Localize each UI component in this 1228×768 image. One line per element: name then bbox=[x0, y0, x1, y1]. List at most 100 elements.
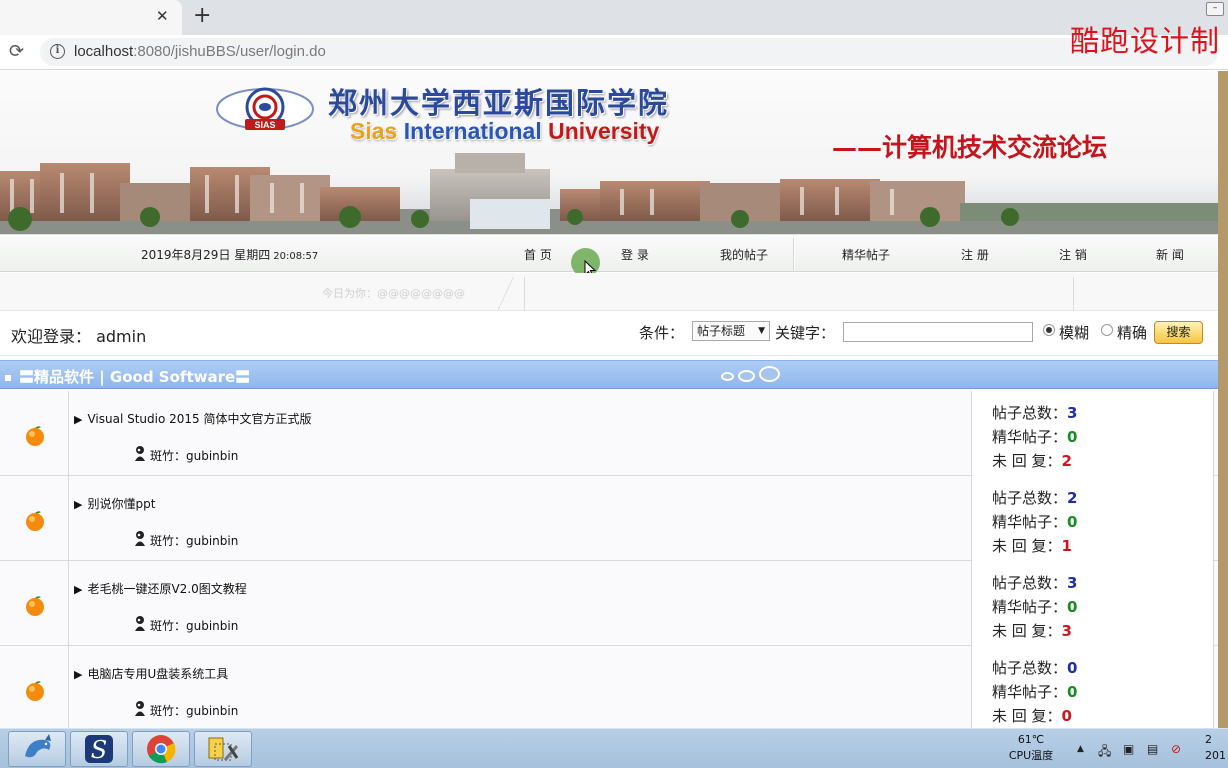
sub-bar: 今日为你：@@@@@@@@ bbox=[0, 273, 1218, 311]
bubble-icon bbox=[738, 370, 755, 382]
condition-select-value: 帖子标题 bbox=[697, 324, 746, 338]
stat-unreplied-value: 1 bbox=[1061, 537, 1072, 555]
stat-unreplied-label: 未 回 复： bbox=[992, 452, 1062, 470]
moderator-avatar-icon bbox=[135, 446, 145, 461]
en-title-international: International bbox=[403, 118, 542, 144]
stat-total: 帖子总数：0 bbox=[992, 657, 1077, 678]
site-info-icon[interactable]: i bbox=[50, 44, 65, 59]
stat-total-value: 2 bbox=[1067, 489, 1078, 507]
stat-elite-value: 0 bbox=[1067, 428, 1078, 446]
url-text[interactable]: localhost:8080/jishuBBS/user/login.do bbox=[74, 43, 326, 60]
clock-time: 2 bbox=[1205, 733, 1212, 746]
browser-tab-bar: ✕ + – bbox=[0, 0, 1228, 35]
board-icon-cell bbox=[0, 476, 69, 561]
stat-unreplied: 未 回 复：2 bbox=[992, 450, 1072, 471]
orange-icon bbox=[26, 511, 44, 531]
search-button[interactable]: 搜索 bbox=[1154, 321, 1203, 344]
board-title-text[interactable]: 别说你懂ppt bbox=[87, 497, 155, 511]
moderator-text: 斑竹：gubinbin bbox=[150, 534, 239, 548]
nav-elite-posts[interactable]: 精华帖子 bbox=[842, 246, 890, 263]
keyword-input[interactable] bbox=[843, 322, 1033, 342]
board-stats: 帖子总数：2 精华帖子：0 未 回 复：1 bbox=[971, 476, 1214, 561]
board-title-text[interactable]: Visual Studio 2015 简体中文官方正式版 bbox=[87, 412, 311, 426]
exact-radio-label[interactable]: 精确 bbox=[1117, 322, 1147, 343]
tray-expand-icon[interactable]: ▲ bbox=[1077, 744, 1084, 754]
fuzzy-radio-label[interactable]: 模糊 bbox=[1059, 322, 1089, 343]
board-title[interactable]: ▶ Visual Studio 2015 简体中文官方正式版 bbox=[74, 410, 312, 427]
university-cn-title: 郑州大学西亚斯国际学院 bbox=[328, 86, 670, 120]
board-title-text[interactable]: 老毛桃一键还原V2.0图文教程 bbox=[87, 582, 246, 596]
stat-total-value: 0 bbox=[1067, 659, 1078, 677]
tray-device-icon[interactable]: ▣ bbox=[1123, 742, 1134, 756]
board-title[interactable]: ▶ 电脑店专用U盘装系统工具 bbox=[74, 665, 228, 682]
orange-icon bbox=[26, 426, 44, 446]
video-watermark: 酷跑设计制 bbox=[1070, 24, 1221, 58]
moderator-avatar-icon bbox=[135, 531, 145, 546]
new-tab-icon[interactable]: + bbox=[193, 3, 211, 28]
board-title[interactable]: ▶ 老毛桃一键还原V2.0图文教程 bbox=[74, 580, 247, 597]
dolphin-icon bbox=[25, 734, 51, 758]
moderator: 斑竹：gubinbin bbox=[133, 701, 238, 719]
board-row: ▶ Visual Studio 2015 简体中文官方正式版 斑竹：gubinbi… bbox=[0, 391, 1218, 476]
bubble-icon bbox=[721, 372, 734, 381]
board-title[interactable]: ▶ 别说你懂ppt bbox=[74, 495, 155, 512]
stat-unreplied-label: 未 回 复： bbox=[992, 707, 1062, 725]
taskbar-tools-app[interactable] bbox=[194, 731, 252, 767]
section-bullet-icon bbox=[5, 375, 11, 381]
address-bar: ⟳ i localhost:8080/jishuBBS/user/login.d… bbox=[0, 35, 1228, 70]
reload-icon[interactable]: ⟳ bbox=[9, 41, 24, 62]
section-title: 〓精品软件 | Good Software〓 bbox=[19, 368, 251, 386]
subbar-divider bbox=[497, 277, 514, 311]
moderator-text: 斑竹：gubinbin bbox=[150, 449, 239, 463]
taskbar-editor-app[interactable]: S bbox=[70, 731, 128, 767]
tray-network-icon[interactable]: 🖧 bbox=[1098, 742, 1111, 763]
stat-total-label: 帖子总数： bbox=[992, 489, 1068, 507]
cpu-temp-label: CPU温度 bbox=[1008, 749, 1054, 762]
fuzzy-radio[interactable] bbox=[1043, 324, 1055, 336]
main-navigation: 2019年8月29日 星期四 20:08:57 首 页 登 录 我的帖子 精华帖子… bbox=[0, 234, 1218, 279]
browser-tab[interactable]: ✕ bbox=[0, 0, 182, 35]
taskbar-dolphin-app[interactable] bbox=[8, 731, 66, 767]
board-stats: 帖子总数：0 精华帖子：0 未 回 复：0 bbox=[971, 646, 1214, 728]
board-title-text[interactable]: 电脑店专用U盘装系统工具 bbox=[87, 667, 228, 681]
moderator: 斑竹：gubinbin bbox=[133, 531, 239, 549]
forum-slogan: ——计算机技术交流论坛 bbox=[832, 133, 1108, 162]
board-stats: 帖子总数：3 精华帖子：0 未 回 复：3 bbox=[971, 561, 1214, 646]
moderator: 斑竹：gubinbin bbox=[133, 446, 239, 464]
moderator-avatar-icon bbox=[135, 616, 145, 631]
dropdown-arrow-icon: ▼ bbox=[758, 326, 765, 336]
en-title-sias: Sias bbox=[350, 118, 398, 144]
stat-elite: 精华帖子：0 bbox=[992, 426, 1077, 447]
svg-text:S: S bbox=[91, 736, 107, 764]
stat-elite: 精华帖子：0 bbox=[992, 511, 1077, 532]
university-en-title: Sias International University bbox=[350, 118, 659, 145]
board-stats: 帖子总数：3 精华帖子：0 未 回 复：2 bbox=[971, 391, 1214, 476]
close-tab-icon[interactable]: ✕ bbox=[156, 7, 169, 25]
current-date: 2019年8月29日 星期四 bbox=[141, 248, 271, 262]
clock-date: 201 bbox=[1205, 749, 1226, 762]
stat-total-label: 帖子总数： bbox=[992, 574, 1068, 592]
condition-select[interactable]: 帖子标题 ▼ bbox=[692, 321, 770, 341]
stat-unreplied-label: 未 回 复： bbox=[992, 537, 1062, 555]
tools-icon bbox=[208, 737, 239, 761]
exact-radio[interactable] bbox=[1101, 324, 1113, 336]
nav-home[interactable]: 首 页 bbox=[524, 246, 552, 263]
s-logo-icon: S bbox=[85, 735, 113, 764]
triangle-bullet-icon: ▶ bbox=[74, 583, 83, 596]
page-scrollbar-track[interactable] bbox=[1218, 71, 1228, 728]
taskbar-chrome[interactable] bbox=[132, 731, 190, 767]
nav-logout[interactable]: 注 销 bbox=[1059, 246, 1087, 263]
window-minimize-icon[interactable]: – bbox=[1206, 2, 1224, 16]
system-clock[interactable]: 2 201 bbox=[1205, 732, 1226, 764]
nav-news[interactable]: 新 闻 bbox=[1156, 246, 1184, 263]
url-field[interactable]: i localhost:8080/jishuBBS/user/login.do … bbox=[40, 38, 1218, 66]
subbar-divider bbox=[1073, 277, 1074, 311]
url-path: :8080/jishuBBS/user/login.do bbox=[133, 43, 326, 60]
tray-display-icon[interactable]: ▤ bbox=[1147, 742, 1158, 756]
nav-register[interactable]: 注 册 bbox=[961, 246, 989, 263]
tray-volume-muted-icon[interactable]: ⊘ bbox=[1171, 742, 1181, 756]
cpu-temp-value: 61℃ bbox=[1017, 733, 1045, 746]
nav-my-posts[interactable]: 我的帖子 bbox=[720, 246, 768, 263]
nav-login[interactable]: 登 录 bbox=[621, 246, 649, 263]
stat-elite-label: 精华帖子： bbox=[992, 683, 1068, 701]
